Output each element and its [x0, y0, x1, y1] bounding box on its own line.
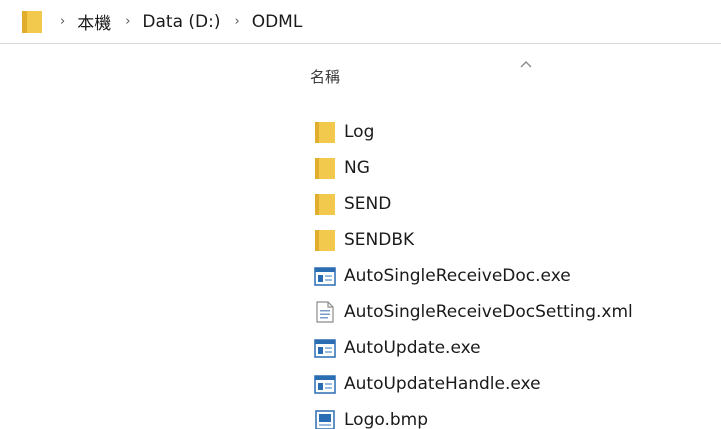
list-item[interactable]: SEND	[314, 186, 714, 222]
file-name: Logo.bmp	[344, 410, 429, 429]
file-name: SEND	[344, 194, 392, 214]
breadcrumb-item-data-drive[interactable]: Data (D:)	[142, 12, 220, 32]
breadcrumb-separator[interactable]: ›	[60, 15, 65, 28]
file-explorer-window: › 本機 › Data (D:) › ODML 名稱 Log NG SEND S…	[0, 0, 721, 429]
column-header-name[interactable]: 名稱	[310, 66, 340, 87]
xml-file-icon	[314, 301, 336, 323]
file-name: AutoSingleReceiveDoc.exe	[344, 266, 571, 286]
list-item[interactable]: AutoSingleReceiveDoc.exe	[314, 258, 714, 294]
address-bar[interactable]: › 本機 › Data (D:) › ODML	[0, 0, 721, 44]
file-rows: Log NG SEND SENDBK AutoSingleReceiveDoc.…	[314, 114, 714, 429]
file-name: NG	[344, 158, 370, 178]
list-item[interactable]: Logo.bmp	[314, 402, 714, 429]
exe-icon	[314, 265, 336, 287]
folder-icon	[314, 157, 336, 179]
folder-icon	[22, 9, 44, 35]
file-name: AutoSingleReceiveDocSetting.xml	[344, 302, 633, 322]
image-file-icon	[314, 409, 336, 429]
exe-icon	[314, 373, 336, 395]
list-item[interactable]: AutoSingleReceiveDocSetting.xml	[314, 294, 714, 330]
file-list: 名稱 Log NG SEND SENDBK AutoSingleReceiveD…	[300, 44, 721, 429]
chevron-up-icon[interactable]	[518, 54, 534, 68]
breadcrumb-item-odml[interactable]: ODML	[252, 12, 303, 32]
breadcrumb-separator[interactable]: ›	[234, 15, 239, 28]
list-item[interactable]: NG	[314, 150, 714, 186]
list-item[interactable]: AutoUpdate.exe	[314, 330, 714, 366]
exe-icon	[314, 337, 336, 359]
breadcrumb-separator[interactable]: ›	[125, 15, 130, 28]
list-item[interactable]: Log	[314, 114, 714, 150]
folder-icon	[314, 121, 336, 143]
file-name: Log	[344, 122, 375, 142]
file-name: SENDBK	[344, 230, 415, 250]
list-item[interactable]: AutoUpdateHandle.exe	[314, 366, 714, 402]
file-name: AutoUpdate.exe	[344, 338, 481, 358]
breadcrumb-item-this-pc[interactable]: 本機	[77, 9, 111, 34]
folder-icon	[314, 193, 336, 215]
file-name: AutoUpdateHandle.exe	[344, 374, 541, 394]
list-item[interactable]: SENDBK	[314, 222, 714, 258]
folder-icon	[314, 229, 336, 251]
